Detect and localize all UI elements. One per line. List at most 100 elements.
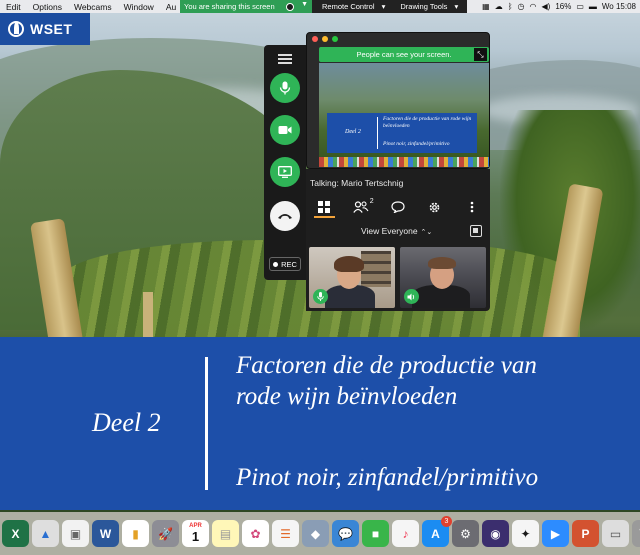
background-bookshelf	[361, 251, 391, 287]
close-window-icon[interactable]	[312, 35, 318, 42]
clock-icon[interactable]: ◷	[518, 2, 525, 11]
excel-icon[interactable]: X	[2, 520, 29, 547]
slide-divider	[205, 357, 208, 490]
numbers-icon[interactable]: ▮	[122, 520, 149, 547]
microphone-icon	[317, 292, 324, 301]
maps-icon[interactable]: ◆	[302, 520, 329, 547]
grid-icon[interactable]: ▦	[482, 2, 490, 11]
thumbnail-subtitle: Pinot noir, zinfandel/primitivo	[383, 141, 450, 147]
gear-icon	[429, 202, 440, 212]
thumbnail-title: Factoren die de productie van rode wijn …	[383, 116, 472, 129]
tab-chat[interactable]	[380, 196, 417, 218]
stop-share-icon[interactable]	[286, 3, 294, 11]
powerpoint-icon[interactable]: P	[572, 520, 599, 547]
share-toolbar: Remote Control ▾ Drawing Tools ▾	[312, 0, 467, 13]
participant-speaking-indicator[interactable]	[404, 289, 419, 304]
more-vertical-icon	[470, 201, 473, 213]
cloud-icon[interactable]: ☁	[495, 2, 503, 11]
battery-icon[interactable]: ▭	[576, 2, 584, 11]
tab-gallery[interactable]	[306, 196, 343, 218]
camera-icon	[278, 126, 292, 134]
calendar-day: 1	[191, 529, 200, 544]
minimize-window-icon[interactable]	[322, 35, 328, 42]
record-button[interactable]: REC	[269, 257, 301, 271]
calendar-icon[interactable]: APR 1	[182, 520, 209, 547]
tab-more[interactable]	[453, 196, 490, 218]
dock: X ▲ ▣ W ▮ 🚀 APR 1 ▤ ✿ ☰ ◆ 💬 ■ ♪ A3 ⚙ ◉ ✦…	[0, 512, 640, 555]
tab-settings[interactable]	[416, 196, 453, 218]
tab-participants[interactable]: 2	[343, 196, 380, 218]
messages-icon[interactable]: 💬	[332, 520, 359, 547]
app-store-icon[interactable]: A3	[422, 516, 452, 547]
slide-banner: Deel 2 Factoren die de productie van rod…	[0, 337, 640, 510]
menu-options[interactable]: Options	[27, 2, 68, 12]
bluetooth-icon[interactable]: ᛒ	[508, 2, 513, 11]
preview-icon[interactable]: ▣	[62, 520, 89, 547]
wifi-icon[interactable]: ◠	[530, 2, 537, 11]
maximize-window-icon[interactable]	[332, 35, 338, 42]
music-icon[interactable]: ♪	[392, 520, 419, 547]
view-selector[interactable]: View Everyone ⌃⌄	[361, 226, 432, 236]
gallery-layout-icon[interactable]	[470, 225, 482, 237]
keynote-icon[interactable]: ▲	[32, 520, 59, 547]
menu-audio[interactable]: Au	[160, 2, 182, 12]
finder-window-icon[interactable]: ▭	[602, 520, 629, 547]
participant-hair	[428, 257, 456, 269]
wset-logo: WSET	[0, 13, 90, 45]
flag-icon[interactable]: ▬	[589, 2, 597, 11]
word-icon[interactable]: W	[92, 520, 119, 547]
trash-icon[interactable]: 🗑	[632, 520, 640, 547]
app-store-badge: 3	[441, 516, 452, 527]
participant-count: 2	[369, 198, 374, 205]
siri-icon[interactable]: ◉	[482, 520, 509, 547]
share-screen-button[interactable]	[270, 157, 300, 187]
participant-hair	[334, 256, 364, 272]
system-preferences-icon[interactable]: ⚙	[452, 520, 479, 547]
vineyard-post	[143, 292, 153, 342]
sharing-notice: People can see your screen. ⤡	[319, 47, 489, 62]
remote-control-button[interactable]: Remote Control ▾	[312, 2, 390, 11]
thumbnail-dock	[319, 157, 489, 167]
remote-control-label: Remote Control	[322, 2, 375, 11]
menu-icon[interactable]	[278, 54, 292, 64]
volume-icon[interactable]: ◀)	[541, 2, 550, 11]
battery-percent[interactable]: 16%	[555, 2, 571, 11]
menu-clock[interactable]: Wo 15:08	[602, 2, 636, 11]
chat-icon	[391, 201, 405, 213]
microphone-icon	[279, 81, 291, 95]
menu-window[interactable]: Window	[118, 2, 160, 12]
safari-icon[interactable]: ✦	[512, 520, 539, 547]
zoom-icon[interactable]: ▶	[542, 520, 569, 547]
drawing-tools-label: Drawing Tools	[400, 2, 448, 11]
camera-button[interactable]	[270, 115, 300, 145]
chevron-down-icon[interactable]: ▼	[301, 1, 308, 8]
notes-icon[interactable]: ▤	[212, 520, 239, 547]
record-label: REC	[281, 259, 297, 269]
collapse-arrows-icon[interactable]: ⤡	[474, 48, 487, 61]
participant-video-tile[interactable]	[309, 247, 395, 308]
participant-mic-button[interactable]	[313, 289, 328, 304]
reminders-icon[interactable]: ☰	[272, 520, 299, 547]
facetime-icon[interactable]: ■	[362, 520, 389, 547]
microphone-button[interactable]	[270, 73, 300, 103]
wset-logo-icon	[8, 21, 24, 37]
slide-title-line2: rode wijn beïnvloeden	[236, 383, 458, 410]
menu-edit[interactable]: Edit	[0, 2, 27, 12]
thumbnail-divider	[377, 117, 378, 149]
screen-share-icon	[278, 166, 292, 178]
leave-call-button[interactable]	[270, 201, 300, 231]
thumbnail-part-label: Deel 2	[345, 129, 361, 135]
drawing-tools-button[interactable]: Drawing Tools ▾	[390, 2, 463, 11]
preview-titlebar	[307, 33, 489, 44]
photos-icon[interactable]: ✿	[242, 520, 269, 547]
zoom-participants-panel: Talking: Mario Tertschnig 2 View Everyon…	[306, 169, 490, 311]
participant-video-tile[interactable]	[400, 247, 486, 308]
shared-screen-preview[interactable]: People can see your screen. ⤡ Deel 2 Fac…	[306, 32, 490, 169]
wset-logo-text: WSET	[30, 21, 73, 37]
screen-thumbnail: Deel 2 Factoren die de productie van rod…	[319, 63, 489, 167]
menu-webcams[interactable]: Webcams	[68, 2, 118, 12]
screen-share-indicator[interactable]: You are sharing this screen ▼	[180, 0, 312, 13]
launchpad-icon[interactable]: 🚀	[152, 520, 179, 547]
view-selector-row: View Everyone ⌃⌄	[306, 224, 490, 240]
speaker-icon	[407, 293, 415, 300]
